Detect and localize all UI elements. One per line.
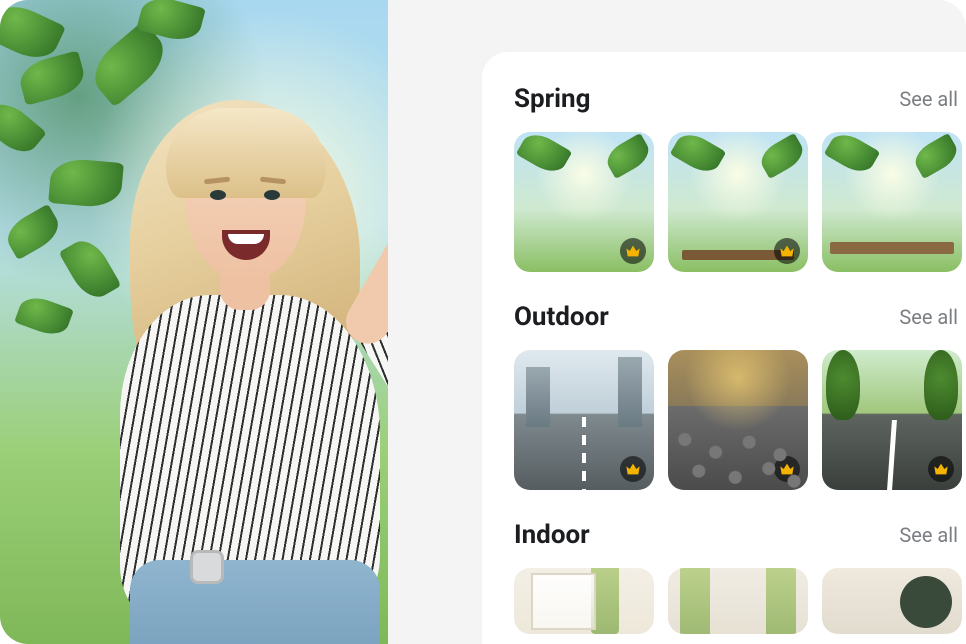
thumbnail-row (514, 132, 966, 272)
section-title: Indoor (514, 520, 590, 550)
crown-icon (625, 244, 641, 258)
thumbnail-row (514, 350, 966, 490)
section-header: Outdoor See all (514, 302, 966, 332)
preview-pane (0, 0, 388, 644)
background-thumbnail[interactable] (822, 350, 962, 490)
thumbnail-row (514, 568, 966, 634)
premium-badge (620, 238, 646, 264)
section-header: Spring See all (514, 84, 966, 114)
premium-badge (774, 238, 800, 264)
crown-icon (779, 462, 795, 476)
preview-subject (70, 60, 388, 644)
section-indoor: Indoor See all (514, 520, 966, 634)
background-thumbnail[interactable] (822, 568, 962, 634)
section-spring: Spring See all (514, 84, 966, 272)
background-thumbnail[interactable] (514, 350, 654, 490)
see-all-link[interactable]: See all (899, 305, 958, 329)
see-all-link[interactable]: See all (899, 523, 958, 547)
section-title: Outdoor (514, 302, 609, 332)
crown-icon (779, 244, 795, 258)
premium-badge (928, 456, 954, 482)
section-outdoor: Outdoor See all (514, 302, 966, 490)
background-thumbnail[interactable] (514, 132, 654, 272)
app-root: Spring See all (0, 0, 966, 644)
background-thumbnail[interactable] (822, 132, 962, 272)
crown-icon (933, 462, 949, 476)
background-thumbnail[interactable] (668, 350, 808, 490)
background-thumbnail[interactable] (668, 132, 808, 272)
section-header: Indoor See all (514, 520, 966, 550)
background-panel: Spring See all (482, 52, 966, 644)
background-picker: Spring See all (388, 0, 966, 644)
premium-badge (774, 456, 800, 482)
premium-badge (620, 456, 646, 482)
background-thumbnail[interactable] (514, 568, 654, 634)
crown-icon (625, 462, 641, 476)
section-title: Spring (514, 84, 590, 114)
see-all-link[interactable]: See all (899, 87, 958, 111)
background-thumbnail[interactable] (668, 568, 808, 634)
